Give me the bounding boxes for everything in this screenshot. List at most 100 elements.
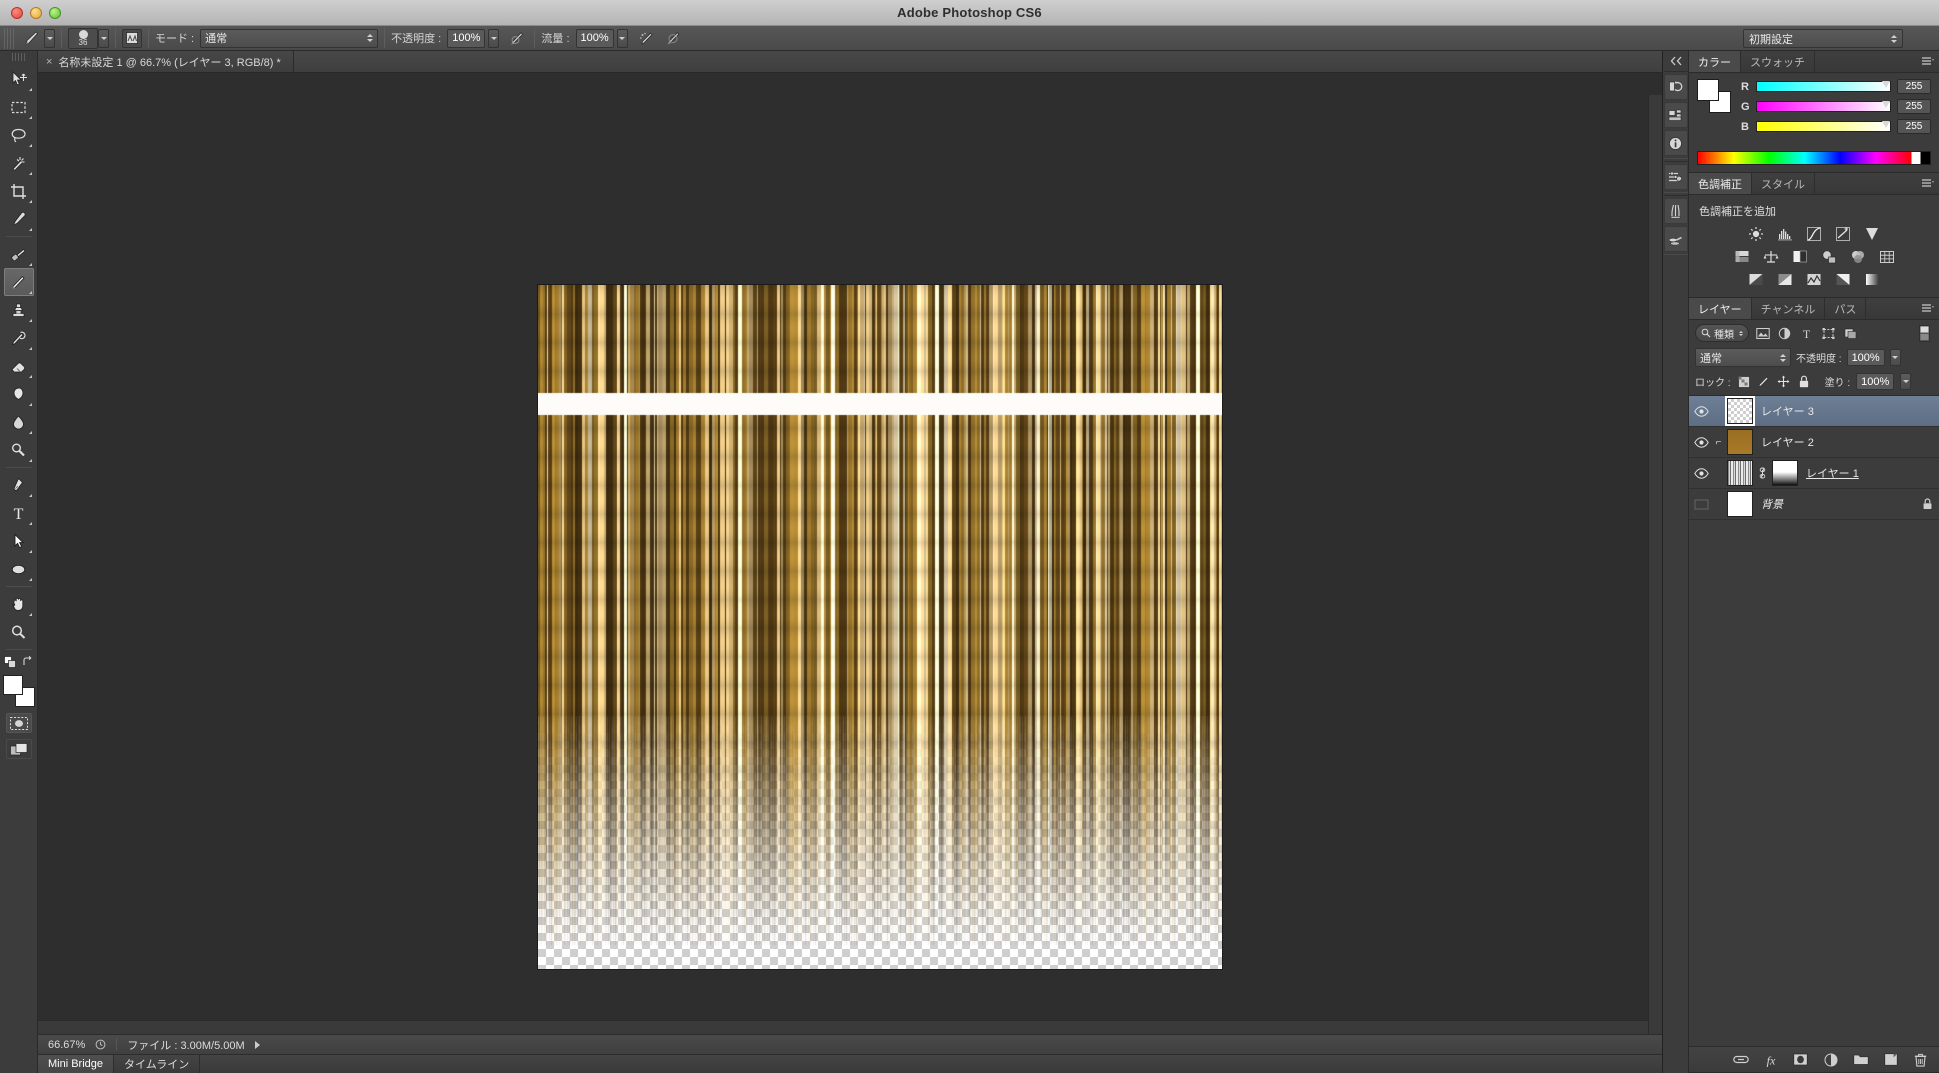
layer-opacity-stepper[interactable] — [1889, 349, 1901, 366]
layer-fill-stepper[interactable] — [1900, 373, 1912, 390]
layer-thumbnail[interactable] — [1727, 398, 1753, 424]
tab-color[interactable]: カラー — [1689, 51, 1741, 72]
color-spectrum-ramp[interactable] — [1697, 151, 1931, 165]
table-row[interactable]: 背景 — [1689, 489, 1939, 520]
layer-name[interactable]: 背景 — [1761, 496, 1783, 512]
pressure-size-icon[interactable] — [663, 28, 684, 49]
color-swatches[interactable] — [2, 675, 35, 707]
magic-wand-tool[interactable] — [4, 149, 34, 177]
marquee-tool[interactable] — [4, 93, 34, 121]
workspace-select[interactable]: 初期設定 — [1743, 29, 1903, 48]
posterize-icon[interactable] — [1775, 271, 1795, 289]
channel-value-r[interactable]: 255 — [1897, 79, 1931, 94]
lasso-tool[interactable] — [4, 121, 34, 149]
type-tool[interactable]: T — [4, 499, 34, 527]
shape-tool[interactable] — [4, 555, 34, 583]
panel-menu-icon[interactable] — [1917, 173, 1939, 194]
layer-mask-thumbnail[interactable] — [1772, 460, 1798, 486]
panel-menu-icon[interactable] — [1917, 298, 1939, 319]
properties-panel-icon[interactable] — [1663, 164, 1688, 190]
filter-adjustment-icon[interactable] — [1776, 325, 1793, 342]
clone-stamp-tool[interactable] — [4, 296, 34, 324]
path-selection-tool[interactable] — [4, 527, 34, 555]
eye-icon[interactable] — [1693, 465, 1710, 482]
lock-position-icon[interactable] — [1777, 375, 1791, 389]
move-tool[interactable] — [4, 65, 34, 93]
canvas-stage[interactable] — [38, 73, 1662, 1034]
layer-thumbnail[interactable] — [1727, 429, 1753, 455]
tab-layers[interactable]: レイヤー — [1689, 298, 1752, 319]
panel-menu-icon[interactable] — [1917, 51, 1939, 72]
blend-mode-select[interactable]: 通常 — [200, 28, 379, 48]
layer-thumbnail[interactable] — [1727, 460, 1753, 486]
document-tab[interactable]: × 名称未設定 1 @ 66.7% (レイヤー 3, RGB/8) * — [38, 51, 294, 72]
actions-panel-icon[interactable] — [1663, 102, 1688, 128]
pressure-opacity-icon[interactable] — [507, 28, 528, 49]
hue-saturation-icon[interactable] — [1732, 248, 1752, 266]
flow-input[interactable]: 100% — [575, 28, 614, 48]
tab-mini-bridge[interactable]: Mini Bridge — [38, 1055, 115, 1073]
table-row[interactable]: ⌐ レイヤー 2 — [1689, 427, 1939, 458]
new-layer-icon[interactable] — [1882, 1051, 1899, 1068]
horizontal-scrollbar[interactable] — [38, 1020, 1648, 1034]
brush-presets-panel-icon[interactable] — [1663, 226, 1688, 252]
invert-icon[interactable] — [1746, 271, 1766, 289]
eyedropper-tool[interactable] — [4, 205, 34, 233]
pen-tool[interactable] — [4, 471, 34, 499]
adjustment-layer-icon[interactable] — [1822, 1051, 1839, 1068]
color-balance-icon[interactable] — [1761, 248, 1781, 266]
info-panel-icon[interactable] — [1663, 130, 1688, 156]
channel-value-g[interactable]: 255 — [1897, 99, 1931, 114]
close-icon[interactable]: × — [46, 56, 52, 68]
filter-type-icon[interactable]: T — [1798, 325, 1815, 342]
new-group-icon[interactable] — [1852, 1051, 1869, 1068]
layer-fill-input[interactable]: 100% — [1856, 373, 1895, 390]
delete-layer-icon[interactable] — [1912, 1051, 1929, 1068]
crop-tool[interactable] — [4, 177, 34, 205]
slider-knob-icon[interactable] — [1882, 101, 1890, 108]
channel-slider-b[interactable] — [1756, 121, 1891, 132]
foreground-color-swatch[interactable] — [1697, 79, 1719, 101]
vertical-scrollbar[interactable] — [1648, 95, 1662, 1034]
layer-opacity-input[interactable]: 100% — [1846, 349, 1885, 366]
foreground-color-swatch[interactable] — [2, 675, 23, 695]
flow-stepper[interactable] — [616, 28, 628, 48]
brush-preset-dropdown[interactable] — [44, 28, 55, 48]
zoom-level[interactable]: 66.67% — [48, 1039, 85, 1051]
brightness-contrast-icon[interactable] — [1746, 225, 1766, 243]
slider-knob-icon[interactable] — [1882, 81, 1890, 88]
layer-filter-kind-select[interactable]: 種類 — [1695, 324, 1749, 342]
filter-shape-icon[interactable] — [1820, 325, 1837, 342]
photo-filter-icon[interactable] — [1819, 248, 1839, 266]
brush-tool[interactable] — [3, 268, 34, 296]
eye-icon[interactable] — [1693, 434, 1710, 451]
tab-adjustments[interactable]: 色調補正 — [1689, 173, 1752, 194]
status-menu-arrow-icon[interactable] — [254, 1040, 260, 1049]
black-white-icon[interactable] — [1790, 248, 1810, 266]
exposure-icon[interactable] — [1833, 225, 1853, 243]
healing-brush-tool[interactable] — [4, 240, 34, 268]
table-row[interactable]: レイヤー 3 — [1689, 396, 1939, 427]
brush-panel-icon[interactable] — [1663, 198, 1688, 224]
collapse-panels-icon[interactable] — [1665, 53, 1687, 69]
blur-tool[interactable] — [4, 408, 34, 436]
brush-size-preview[interactable]: 36 — [68, 27, 98, 49]
layer-blend-mode-select[interactable]: 通常 — [1695, 348, 1791, 367]
lock-transparency-icon[interactable] — [1737, 375, 1751, 389]
curves-icon[interactable] — [1804, 225, 1824, 243]
layer-thumbnail[interactable] — [1727, 491, 1753, 517]
brush-tool-icon[interactable] — [20, 28, 44, 49]
layer-name[interactable]: レイヤー 2 — [1761, 434, 1814, 450]
color-lookup-icon[interactable] — [1877, 248, 1897, 266]
channel-slider-r[interactable] — [1756, 81, 1891, 92]
channel-mixer-icon[interactable] — [1848, 248, 1868, 266]
quick-mask-icon[interactable] — [5, 713, 32, 733]
tab-timeline[interactable]: タイムライン — [114, 1055, 201, 1073]
layer-name[interactable]: レイヤー 1 — [1806, 465, 1859, 481]
vibrance-icon[interactable] — [1862, 225, 1882, 243]
threshold-icon[interactable] — [1804, 271, 1824, 289]
lock-image-icon[interactable] — [1757, 375, 1771, 389]
table-row[interactable]: レイヤー 1 — [1689, 458, 1939, 489]
opacity-stepper[interactable] — [488, 28, 500, 48]
tab-channels[interactable]: チャンネル — [1752, 298, 1826, 319]
